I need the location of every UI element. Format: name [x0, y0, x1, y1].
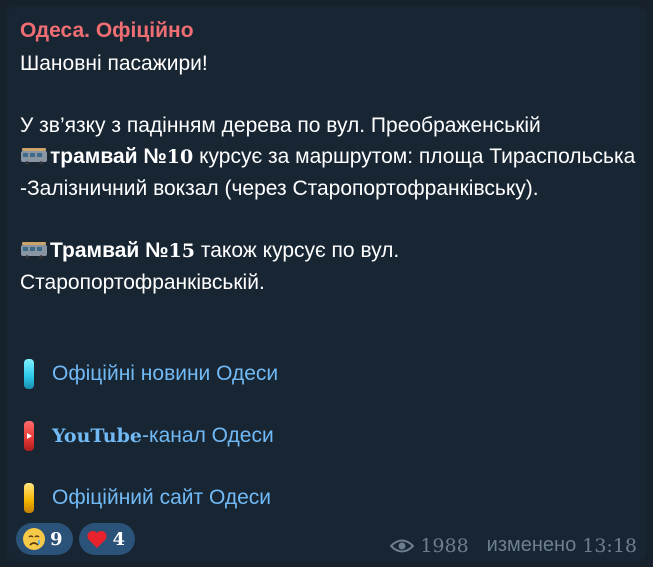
tram-icon	[21, 148, 47, 165]
reaction-crying[interactable]: 9	[16, 523, 73, 555]
greeting-text: Шановні пасажири!	[20, 52, 208, 75]
tram-10-label: трамвай №	[50, 145, 167, 168]
official-site-link[interactable]: Офіційний сайт Одеси	[52, 486, 271, 510]
crying-face-icon	[23, 528, 45, 550]
message-meta: 1988 изменено 13:18	[390, 534, 637, 557]
line-1: У зв’язку з падінням дерева по вул. Прео…	[20, 114, 541, 137]
youtube-link[interactable]: YouTube-канал Одеси	[52, 424, 274, 448]
tram-icon	[21, 242, 47, 259]
view-count: 1988	[420, 534, 469, 557]
paragraph-1: У зв’язку з падінням дерева по вул. Прео…	[20, 110, 640, 204]
link-youtube[interactable]: YouTube-канал Одеси	[24, 418, 274, 454]
reaction-count: 4	[112, 528, 126, 550]
reactions-bar: 9 4	[16, 523, 136, 555]
message-text: Шановні пасажири! У зв’язку з падінням д…	[20, 48, 640, 298]
youtube-bar-icon	[24, 421, 34, 451]
red-heart-icon	[86, 530, 107, 548]
official-news-link[interactable]: Офіційні новини Одеси	[52, 362, 278, 386]
eye-icon	[390, 539, 415, 552]
channel-name[interactable]: Одеса. Офіційно	[20, 17, 194, 45]
edited-label: изменено	[486, 534, 577, 556]
reaction-count: 9	[50, 528, 63, 550]
link-official-news[interactable]: Офіційні новини Одеси	[24, 356, 278, 392]
message-time: 13:18	[582, 534, 637, 557]
gold-bar-icon	[24, 483, 34, 513]
tram-15-number: 15	[168, 240, 195, 262]
paragraph-2: Трамвай №15 також курсує по вул. Старопо…	[20, 235, 640, 298]
reaction-heart[interactable]: 4	[78, 523, 136, 555]
cyan-bar-icon	[24, 359, 34, 389]
tram-10-number: 10	[166, 146, 194, 168]
youtube-word: YouTube	[52, 425, 142, 447]
link-official-site[interactable]: Офіційний сайт Одеси	[24, 480, 271, 516]
youtube-channel-text: -канал Одеси	[141, 424, 274, 447]
tram-15-label: Трамвай №	[50, 239, 169, 262]
